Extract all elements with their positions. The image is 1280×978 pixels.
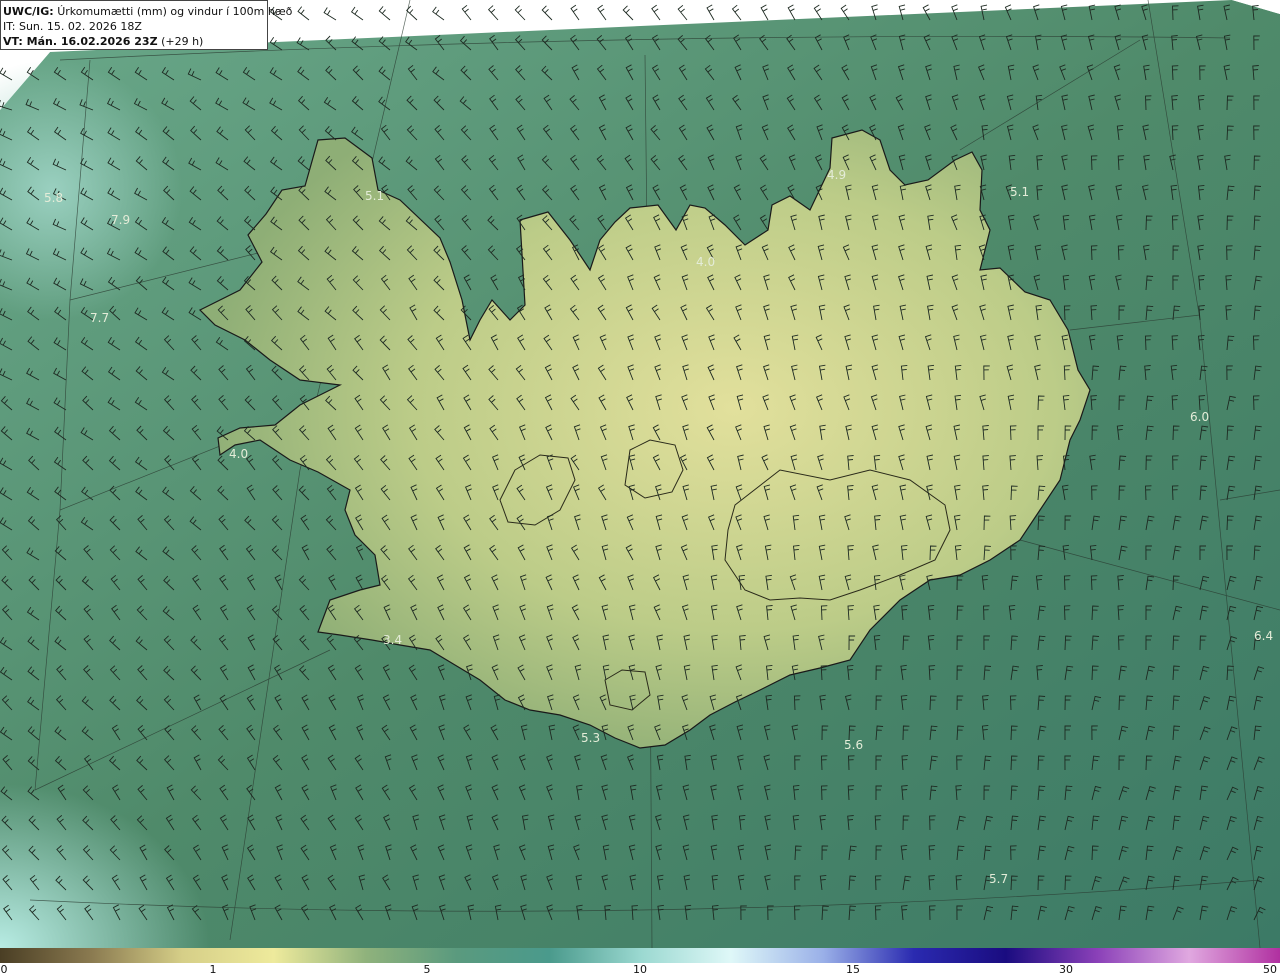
wind-barb [760,4,769,21]
map-stage: UWC/IG: Úrkomumætti (mm) og vindur í 100… [0,0,1280,978]
colorbar-tick-label: 50 [1263,963,1277,976]
wind-barb [514,5,526,21]
wind-barb [787,4,796,21]
model-prefix: UWC/IG: [3,5,54,18]
wind-barb [350,6,364,21]
wind-barb [651,4,661,21]
valid-time-line: VT: Mán. 16.02.2026 23Z (+29 h) [3,34,267,49]
wind-barb [297,6,310,21]
colorbar-gradient [0,948,1280,963]
value-label-westfjords: 5.1 [365,189,385,203]
value-label-east-sea: 6.0 [1190,410,1210,424]
colorbar [0,948,1280,963]
wind-barb [378,6,391,21]
value-label-snaefellsnes: 4.0 [229,447,249,461]
value-label-northeast-sea: 5.1 [1010,185,1030,199]
colorbar-tick-label: 5 [423,963,431,976]
value-label-north-interior: 4.0 [696,255,716,269]
value-label-south-sea: 5.7 [989,872,1009,886]
colorbar-tick-label: 1 [209,963,217,976]
wind-barb [731,4,742,21]
value-label-north-sea: 4.9 [827,168,847,182]
wind-barb [813,4,823,21]
colorbar-tick-label: 15 [846,963,860,976]
value-label-west-sea: 5.8 [44,191,64,205]
wind-barb [323,7,337,21]
colorbar-tick-label: 30 [1059,963,1073,976]
value-label-east-sea-2: 6.4 [1254,629,1274,643]
value-label-south-coast: 5.3 [581,731,601,745]
title-line: UWC/IG: Úrkomumætti (mm) og vindur í 100… [3,4,292,19]
value-label-west-sea-3: 7.7 [90,311,110,325]
info-box: UWC/IG: Úrkomumætti (mm) og vindur í 100… [0,0,292,50]
wind-barb [622,5,634,21]
forecast-title: Úrkomumætti (mm) og vindur í 100m hæð [57,5,293,18]
init-time: IT: Sun. 15. 02. 2026 18Z [3,20,142,33]
wind-barb [406,5,418,21]
wind-barb [677,4,688,21]
valid-time: VT: Mán. 16.02.2026 23Z [3,35,158,48]
wind-barb [570,4,580,21]
value-label-west-sea-2: 7.9 [111,213,131,227]
wind-barb [597,4,607,21]
colorbar-tick-label: 10 [633,963,647,976]
wind-barb [432,6,445,21]
wind-barb [706,4,715,21]
value-label-southeast-sea: 5.6 [844,738,864,752]
wind-barb [461,4,472,21]
wind-barb [541,5,553,21]
lead-time: (+29 h) [161,35,204,48]
colorbar-tick-label: 0 [0,963,8,976]
forecast-map [0,0,1280,949]
wind-barb [487,5,499,21]
value-label-reykjanes: 3.4 [383,633,403,647]
